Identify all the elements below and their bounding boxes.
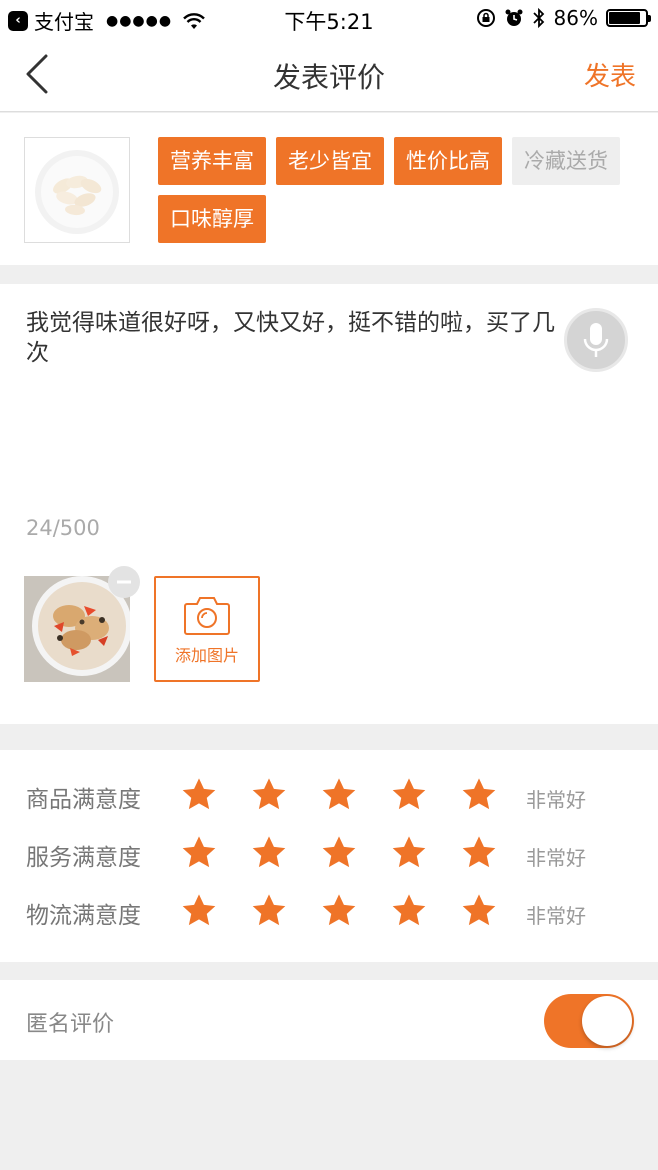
anonymous-toggle[interactable] [544,994,634,1048]
publish-button[interactable]: 发表 [584,56,636,93]
star-rating[interactable] [180,834,498,872]
anonymous-section: 匿名评价 [0,980,658,1060]
anonymous-label: 匿名评价 [26,1012,115,1037]
add-photo-button[interactable]: 添加图片 [154,576,260,682]
remove-photo-button[interactable] [108,566,140,598]
char-counter: 24/500 [26,516,100,540]
rating-row-service: 服务满意度 非常好 [0,830,658,878]
star-icon[interactable] [320,776,358,814]
toggle-knob [582,996,632,1046]
tag-item[interactable]: 营养丰富 [158,137,266,185]
rating-label: 商品满意度 [26,787,141,813]
microphone-icon [583,323,609,357]
rating-value: 非常好 [526,846,586,870]
star-icon[interactable] [460,776,498,814]
star-icon[interactable] [250,834,288,872]
tag-item[interactable]: 老少皆宜 [276,137,384,185]
camera-icon [184,597,230,635]
tag-item[interactable]: 性价比高 [394,137,502,185]
star-icon[interactable] [460,892,498,930]
orientation-lock-icon [476,9,495,27]
star-rating[interactable] [180,892,498,930]
star-icon[interactable] [320,834,358,872]
tag-item[interactable]: 口味醇厚 [158,195,266,243]
product-section: 营养丰富 老少皆宜 性价比高 冷藏送货 口味醇厚 [0,113,658,265]
alarm-icon [505,9,523,26]
comment-section: 我觉得味道很好呀，又快又好，挺不错的啦，买了几次 24/500 添加图片 [0,284,658,724]
star-icon[interactable] [390,776,428,814]
add-photo-label: 添加图片 [174,646,239,665]
star-icon[interactable] [320,892,358,930]
rating-value: 非常好 [526,788,586,812]
battery-icon [606,9,651,27]
rating-value: 非常好 [526,904,586,928]
minus-icon [117,580,131,584]
rating-row-product: 商品满意度 非常好 [0,772,658,820]
star-icon[interactable] [390,892,428,930]
star-icon[interactable] [390,834,428,872]
ratings-section: 商品满意度 非常好 服务满意度 非常好 物流满意度 非常好 [0,750,658,962]
rating-row-logistics: 物流满意度 非常好 [0,888,658,936]
bluetooth-icon [532,7,544,29]
star-icon[interactable] [250,776,288,814]
rating-label: 物流满意度 [26,903,141,929]
star-rating[interactable] [180,776,498,814]
tag-item[interactable]: 冷藏送货 [512,137,620,185]
product-image [35,150,119,234]
tag-list: 营养丰富 老少皆宜 性价比高 冷藏送货 口味醇厚 [158,137,638,243]
battery-percent: 86% [553,6,598,30]
status-right: 86% [476,6,651,30]
star-icon[interactable] [250,892,288,930]
star-icon[interactable] [460,834,498,872]
nav-bar: 发表评价 发表 [0,36,658,112]
status-bar: ‹ 支付宝 ●●●●● 下午5:21 86% [0,0,658,36]
voice-input-button[interactable] [564,308,628,372]
rating-label: 服务满意度 [26,845,141,871]
page-title: 发表评价 [272,61,385,94]
product-thumbnail [24,137,130,243]
battery-level [609,12,640,24]
star-icon[interactable] [180,892,218,930]
star-icon[interactable] [180,776,218,814]
star-icon[interactable] [180,834,218,872]
comment-input[interactable]: 我觉得味道很好呀，又快又好，挺不错的啦，买了几次 [26,308,556,368]
